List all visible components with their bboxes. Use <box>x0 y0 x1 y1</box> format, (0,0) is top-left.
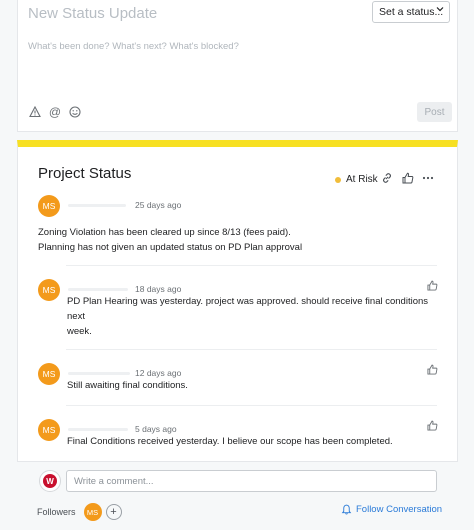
avatar[interactable]: MS <box>38 363 60 385</box>
thumbs-up-icon[interactable] <box>427 280 439 292</box>
avatar[interactable]: W <box>39 470 61 492</box>
comment-timestamp[interactable]: 5 days ago <box>135 424 177 434</box>
comment-line: week. <box>67 326 92 337</box>
thumbs-up-icon[interactable] <box>427 420 439 432</box>
post-body: Zoning Violation has been cleared up sin… <box>38 225 438 255</box>
emoji-icon[interactable] <box>68 105 82 119</box>
comment-bar: W Write a comment... Followers MS + Foll… <box>17 462 458 530</box>
comment-line: PD Plan Hearing was yesterday. project w… <box>67 296 429 322</box>
comment-timestamp[interactable]: 12 days ago <box>135 368 181 378</box>
status-select-label: Set a status... <box>379 6 444 18</box>
composer-title[interactable]: New Status Update <box>28 5 157 22</box>
mention-icon[interactable]: @ <box>48 105 62 119</box>
follow-conversation-label: Follow Conversation <box>356 504 443 515</box>
comment-line: Final Conditions received yesterday. I b… <box>67 436 393 447</box>
author-name-redacted <box>68 428 128 431</box>
follow-conversation-button[interactable]: Follow Conversation <box>341 504 442 515</box>
avatar[interactable]: MS <box>38 195 60 217</box>
comment-body: PD Plan Hearing was yesterday. project w… <box>67 294 442 339</box>
risk-status[interactable]: At Risk <box>335 174 378 185</box>
risk-dot-icon <box>335 176 341 183</box>
project-status-card: Project Status At Risk MS 25 days ago Zo… <box>17 140 458 462</box>
avatar[interactable]: MS <box>38 279 60 301</box>
attachment-icon[interactable] <box>28 105 42 119</box>
divider <box>66 349 437 350</box>
divider <box>66 265 437 266</box>
bell-icon <box>341 504 352 515</box>
more-icon[interactable] <box>421 171 435 185</box>
post-timestamp[interactable]: 25 days ago <box>135 200 181 210</box>
divider <box>66 405 437 406</box>
comment-body: Still awaiting final conditions. <box>67 378 442 393</box>
status-composer: New Status Update Set a status... What's… <box>17 0 458 132</box>
comment-body: Final Conditions received yesterday. I b… <box>67 434 442 449</box>
author-name-redacted <box>68 204 126 207</box>
post-line: Planning has not given an updated status… <box>38 242 303 253</box>
risk-label: At Risk <box>346 174 378 185</box>
status-select[interactable]: Set a status... <box>372 1 450 23</box>
followers: Followers MS + <box>37 503 122 521</box>
follower-avatar[interactable]: MS <box>83 503 102 521</box>
followers-label: Followers <box>37 507 76 517</box>
avatar[interactable]: MS <box>38 419 60 441</box>
thumbs-up-icon[interactable] <box>401 171 415 185</box>
link-icon[interactable] <box>380 171 394 185</box>
project-status-heading: Project Status <box>38 165 132 182</box>
comment-line: Still awaiting final conditions. <box>67 380 188 391</box>
author-name-redacted <box>68 288 128 291</box>
chevron-down-icon <box>436 5 444 16</box>
plus-icon[interactable]: + <box>105 504 122 520</box>
comment-input[interactable]: Write a comment... <box>66 470 437 492</box>
thumbs-up-icon[interactable] <box>427 364 439 376</box>
post-button[interactable]: Post <box>417 102 452 122</box>
status-text-input[interactable]: What's been done? What's next? What's bl… <box>28 41 239 52</box>
comment-timestamp[interactable]: 18 days ago <box>135 284 181 294</box>
user-logo-icon: W <box>43 474 57 488</box>
post-line: Zoning Violation has been cleared up sin… <box>38 227 291 238</box>
author-name-redacted <box>68 372 130 375</box>
